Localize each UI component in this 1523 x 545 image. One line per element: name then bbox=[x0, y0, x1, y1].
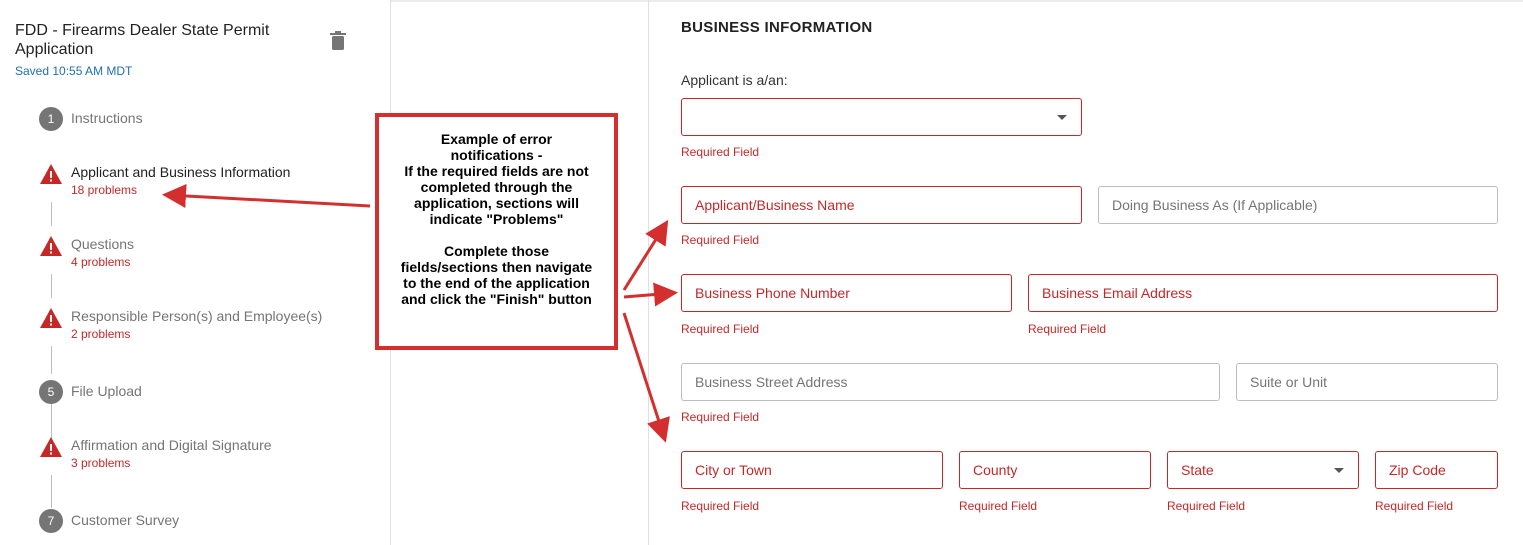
required-field-message: Required Field bbox=[681, 499, 760, 513]
step-connector bbox=[51, 274, 52, 298]
annotation-line: completed through the bbox=[420, 179, 573, 195]
state-select[interactable]: State bbox=[1167, 451, 1359, 489]
step-label: Questions bbox=[71, 236, 135, 252]
top-shadow bbox=[391, 0, 1523, 2]
step-label: File Upload bbox=[71, 383, 142, 399]
required-field-message: Required Field bbox=[681, 233, 760, 247]
city-field[interactable]: City or Town bbox=[681, 451, 943, 489]
warning-icon bbox=[40, 164, 62, 184]
field-placeholder: Business Street Address bbox=[695, 374, 848, 390]
field-placeholder: State bbox=[1181, 462, 1214, 478]
step-label: Instructions bbox=[71, 110, 143, 126]
warning-icon bbox=[40, 437, 62, 457]
step-connector bbox=[51, 404, 52, 440]
annotation-line: Example of error bbox=[440, 131, 553, 147]
trash-icon[interactable] bbox=[329, 31, 347, 51]
required-field-message: Required Field bbox=[681, 145, 760, 159]
applicant-type-label: Applicant is a/an: bbox=[681, 72, 788, 88]
dba-field[interactable]: Doing Business As (If Applicable) bbox=[1098, 186, 1498, 224]
annotation-callout: Example of error notifications - If the … bbox=[375, 113, 618, 350]
section-title: BUSINESS INFORMATION bbox=[681, 19, 873, 36]
step-connector bbox=[51, 202, 52, 226]
panel-divider bbox=[648, 0, 649, 545]
required-field-message: Required Field bbox=[1167, 499, 1246, 513]
field-placeholder: Business Phone Number bbox=[695, 285, 850, 301]
business-street-field[interactable]: Business Street Address bbox=[681, 363, 1220, 401]
step-connector bbox=[51, 475, 52, 508]
chevron-down-icon bbox=[1334, 468, 1344, 473]
field-placeholder: County bbox=[973, 462, 1018, 478]
step-number: 5 bbox=[39, 380, 63, 404]
required-field-message: Required Field bbox=[1028, 322, 1107, 336]
field-placeholder: Applicant/Business Name bbox=[695, 197, 855, 213]
annotation-line: application, sections will bbox=[414, 195, 579, 211]
step-label: Affirmation and Digital Signature bbox=[71, 437, 272, 453]
annotation-line: If the required fields are not bbox=[404, 163, 589, 179]
required-field-message: Required Field bbox=[959, 499, 1038, 513]
field-placeholder: Business Email Address bbox=[1042, 285, 1193, 301]
annotation-line: fields/sections then navigate bbox=[400, 259, 593, 275]
annotation-line: notifications - bbox=[450, 147, 543, 163]
suite-unit-field[interactable]: Suite or Unit bbox=[1236, 363, 1498, 401]
sidebar: FDD - Firearms Dealer State Permit Appli… bbox=[0, 0, 391, 545]
warning-icon bbox=[40, 236, 62, 256]
field-placeholder: Suite or Unit bbox=[1250, 374, 1328, 390]
zip-code-field[interactable]: Zip Code bbox=[1375, 451, 1498, 489]
warning-icon bbox=[40, 308, 62, 328]
applicant-type-select[interactable] bbox=[681, 98, 1082, 136]
field-placeholder: Zip Code bbox=[1389, 462, 1446, 478]
step-problems-count: 2 problems bbox=[71, 327, 131, 341]
step-problems-count: 18 problems bbox=[71, 183, 138, 197]
field-placeholder: City or Town bbox=[695, 462, 772, 478]
business-name-field[interactable]: Applicant/Business Name bbox=[681, 186, 1082, 224]
annotation-line: indicate "Problems" bbox=[429, 211, 564, 227]
step-problems-count: 4 problems bbox=[71, 255, 131, 269]
saved-timestamp: Saved 10:55 AM MDT bbox=[15, 64, 133, 78]
annotation-line: Complete those bbox=[443, 243, 549, 259]
chevron-down-icon bbox=[1057, 115, 1067, 120]
county-field[interactable]: County bbox=[959, 451, 1151, 489]
step-number: 1 bbox=[39, 107, 63, 131]
required-field-message: Required Field bbox=[681, 410, 760, 424]
required-field-message: Required Field bbox=[681, 322, 760, 336]
required-field-message: Required Field bbox=[1375, 499, 1454, 513]
step-number: 7 bbox=[39, 509, 63, 533]
application-title: FDD - Firearms Dealer State Permit Appli… bbox=[15, 22, 270, 58]
business-email-field[interactable]: Business Email Address bbox=[1028, 274, 1498, 312]
business-phone-field[interactable]: Business Phone Number bbox=[681, 274, 1012, 312]
annotation-line: to the end of the application bbox=[403, 275, 590, 291]
step-label: Responsible Person(s) and Employee(s) bbox=[71, 308, 323, 324]
field-placeholder: Doing Business As (If Applicable) bbox=[1112, 197, 1318, 213]
step-label: Applicant and Business Information bbox=[71, 164, 291, 180]
step-problems-count: 3 problems bbox=[71, 456, 131, 470]
annotation-line: and click the "Finish" button bbox=[401, 291, 592, 307]
step-connector bbox=[51, 346, 52, 374]
step-label: Customer Survey bbox=[71, 512, 180, 528]
